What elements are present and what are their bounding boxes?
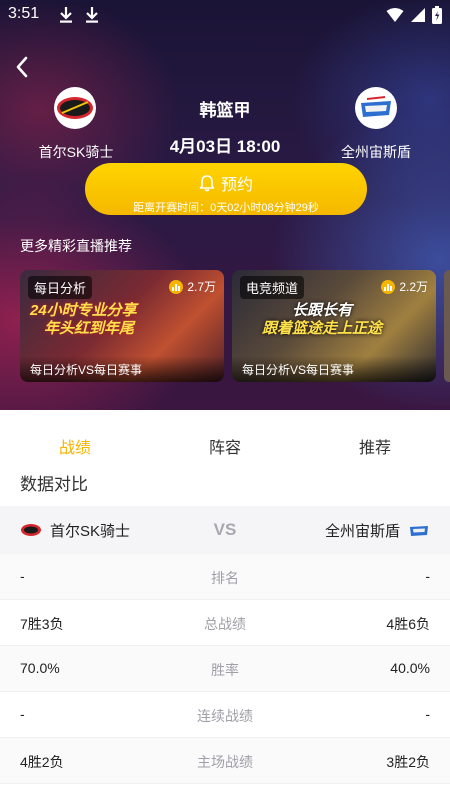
stat-label: 连续战绩 [197,708,253,724]
match-detail-panel: 战绩 阵容 推荐 数据对比 首尔SK骑士 VS 全州宙斯盾 - 排名 - 7胜3… [0,422,450,800]
tab-lineup[interactable]: 阵容 [150,422,300,466]
match-header: 3:51 首尔SK骑士 韩篮甲 4月03日 18:00 全州宙斯盾 预约 距离开… [0,0,450,410]
away-value: 3胜2负 [386,754,430,770]
card-caption: 每日分析VS每日赛事 [232,356,436,382]
away-team-mini-logo [410,526,428,536]
away-value: - [425,568,430,584]
stream-card[interactable]: 电竞频道 2.2万 长跟长有 跟着篮途走上正途 每日分析VS每日赛事 [232,270,436,382]
card-art-line: 年头红到年尾 [44,320,135,337]
card-artwork: 长跟长有 跟着篮途走上正途 [242,302,426,342]
kcc-logo [356,88,396,128]
reserve-label: 预约 [220,177,253,194]
countdown-text: 距离开赛时间：0天02小时08分钟29秒 [133,202,319,214]
card-art-line: 24小时专业分享 [30,302,137,319]
away-value: 40.0% [390,660,430,676]
card-tag: 电竞频道 [240,276,305,299]
back-button[interactable] [8,52,36,82]
chevron-left-icon [16,56,28,78]
stat-label: 总战绩 [204,616,246,632]
card-views-count: 2.2万 [399,280,428,294]
signal-icon [411,8,425,22]
stat-row-home-record: 4胜2负 主场战绩 3胜2负 [0,738,450,784]
battery-icon [432,6,442,24]
away-team-name: 全州宙斯盾 [324,522,400,540]
away-value: - [425,706,430,722]
stream-card-partial[interactable] [444,270,450,382]
card-art-line: 长跟长有 [292,302,353,319]
card-views-count: 2.7万 [187,280,216,294]
stat-label: 胜率 [211,662,239,678]
tab-bar: 战绩 阵容 推荐 [0,422,450,466]
recommend-title: 更多精彩直播推荐 [20,238,132,254]
wifi-icon [386,8,404,22]
hot-icon [169,279,184,294]
stream-card[interactable]: 每日分析 2.7万 24小时专业分享 年头红到年尾 每日分析VS每日赛事 [20,270,224,382]
stat-row-rank: - 排名 - [0,554,450,600]
reserve-button[interactable]: 预约 距离开赛时间：0天02小时08分钟29秒 [85,163,367,215]
tab-recommend[interactable]: 推荐 [300,422,450,466]
status-bar: 3:51 [0,0,450,32]
away-value: 4胜6负 [386,616,430,632]
versus-row: 首尔SK骑士 VS 全州宙斯盾 [0,506,450,554]
card-tag: 每日分析 [28,276,93,299]
status-time: 3:51 [8,5,40,22]
stat-label: 主场战绩 [197,754,253,770]
compare-title: 数据对比 [20,475,88,494]
away-team-name: 全州宙斯盾 [341,144,411,160]
download-icon [60,7,72,23]
stat-row-streak: - 连续战绩 - [0,692,450,738]
card-art-line: 跟着篮途走上正途 [262,320,383,337]
bell-icon [199,175,215,192]
card-caption: 每日分析VS每日赛事 [20,356,224,382]
hot-icon [381,279,396,294]
stat-row-total: 7胜3负 总战绩 4胜6负 [0,600,450,646]
card-views: 2.2万 [381,278,428,295]
tab-record[interactable]: 战绩 [0,422,150,466]
card-artwork: 24小时专业分享 年头红到年尾 [30,302,214,342]
card-views: 2.7万 [169,278,216,295]
stat-label: 排名 [211,570,239,586]
stat-row-win-rate: 70.0% 胜率 40.0% [0,646,450,692]
download-icon [86,7,98,23]
away-team-logo[interactable] [355,87,397,129]
